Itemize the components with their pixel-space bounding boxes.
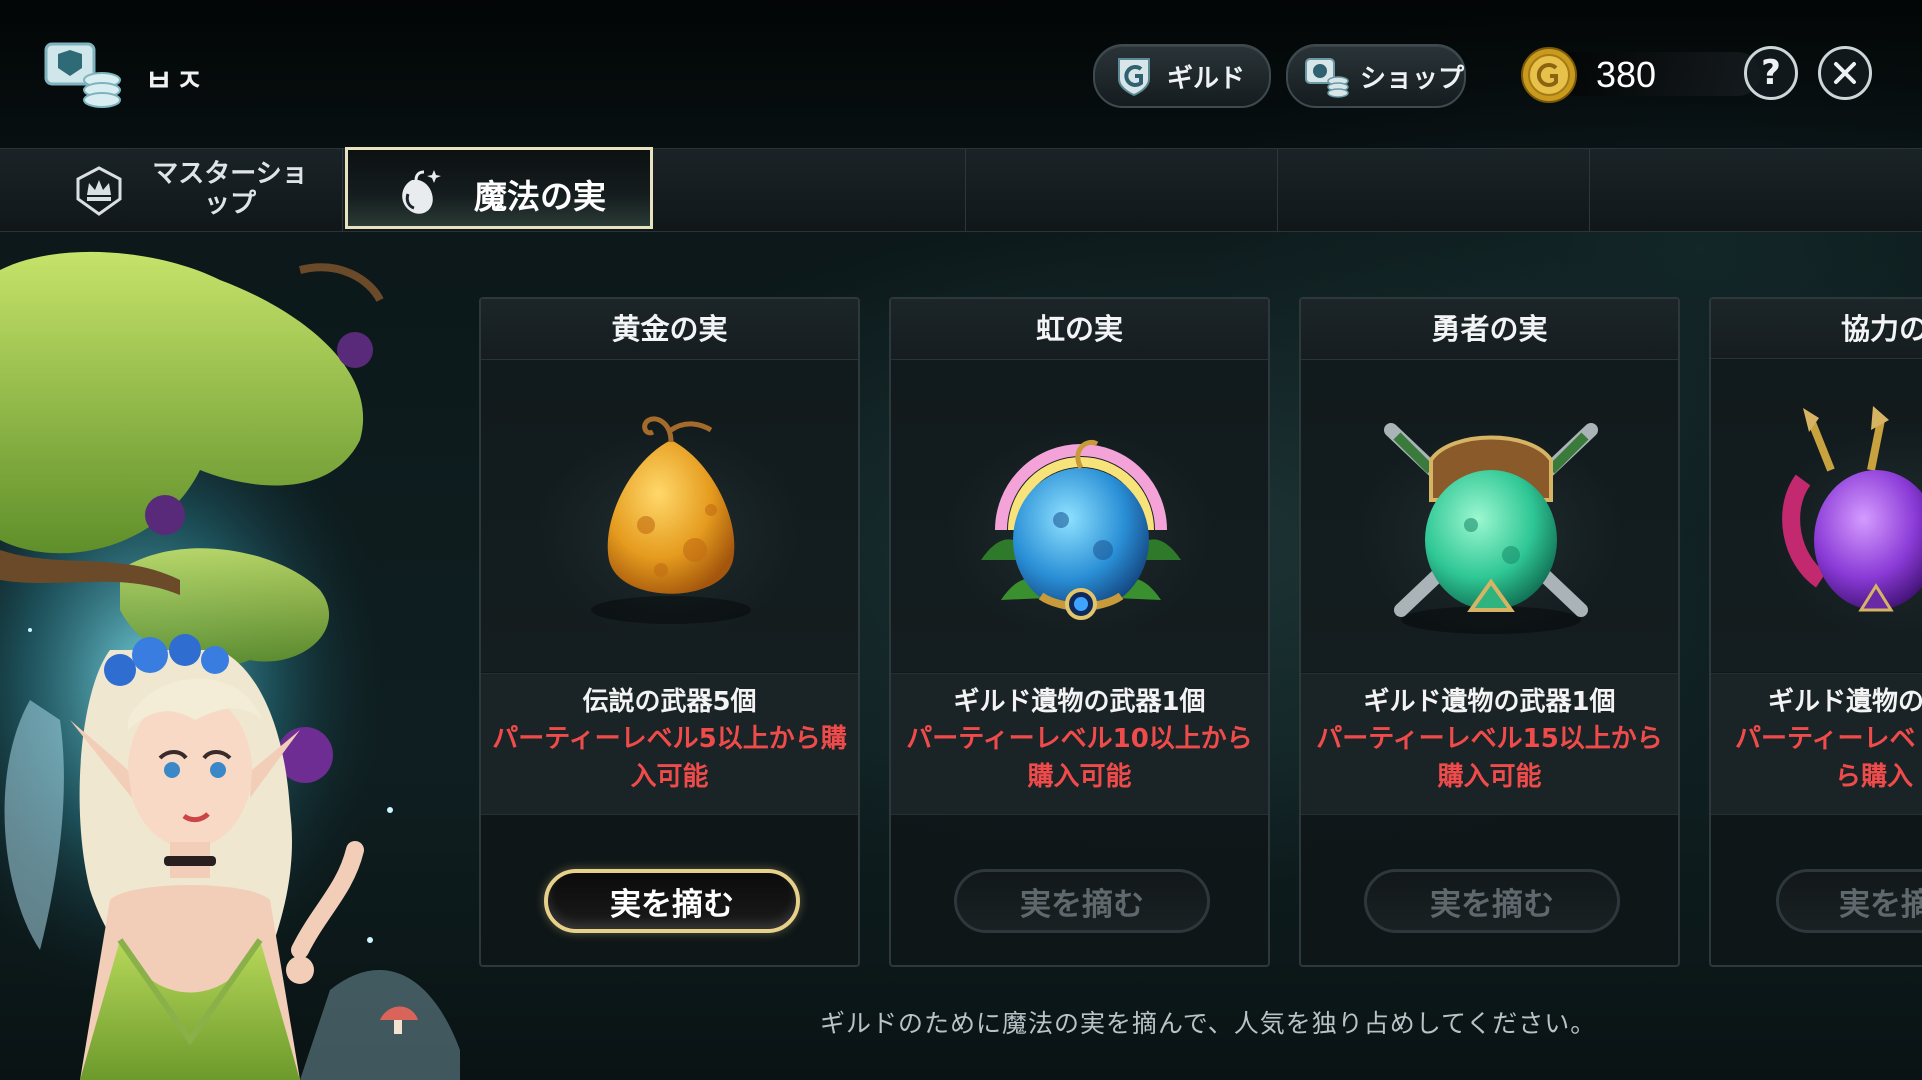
card-condition: パーティーレベル15以上から購入可能 bbox=[1316, 724, 1663, 792]
gold-amount: 380 bbox=[1596, 54, 1657, 95]
gold-currency-display: 380 bbox=[1520, 40, 1760, 106]
card-art bbox=[1301, 360, 1678, 672]
tab-master-shop-label: マスターショ ップ bbox=[140, 159, 320, 219]
fruit-card-rainbow: 虹の実 ギルド遺物の武器1個 パーティーレベル10以上から購入可能 実を摘む bbox=[889, 297, 1270, 967]
card-title: 勇者の実 bbox=[1301, 299, 1678, 360]
tab-empty-slot bbox=[1278, 149, 1590, 231]
shop-button-label: ショップ bbox=[1360, 63, 1465, 94]
magic-fruit-icon bbox=[402, 170, 441, 214]
gold-coin-icon bbox=[1521, 47, 1577, 103]
card-reward: 伝説の武器5個 bbox=[582, 687, 757, 717]
pick-fruit-button[interactable]: 実を摘む bbox=[544, 869, 800, 933]
tab-magic-fruit-label: 魔法の実 bbox=[474, 177, 606, 216]
guild-button-label: ギルド bbox=[1167, 63, 1246, 94]
tab-empty-slot bbox=[655, 149, 966, 231]
card-info: ギルド遺物の武器1個 パーティーレベル10以上から購入可能 bbox=[891, 673, 1268, 815]
tab-master-shop-label-line1: マスターショ bbox=[152, 159, 308, 189]
card-condition-line2: ら購入 bbox=[1835, 762, 1914, 792]
fruit-card-hero: 勇者の実 ギルド遺物の武器1個 パーティーレベル15以上から購入可能 実を摘む bbox=[1299, 297, 1680, 967]
page-title: ㅂㅈ bbox=[145, 64, 207, 99]
help-button[interactable]: ? bbox=[1744, 46, 1798, 100]
cooperation-fruit-icon bbox=[1782, 406, 1922, 612]
rainbow-fruit-icon bbox=[981, 440, 1181, 620]
tab-magic-fruit[interactable]: 魔法の実 bbox=[345, 147, 653, 229]
card-condition-line1: パーティーレベ bbox=[1735, 724, 1916, 754]
hero-fruit-icon bbox=[1384, 423, 1598, 634]
card-art bbox=[1711, 360, 1922, 672]
guild-coins-icon bbox=[44, 42, 121, 108]
footer-hint: ギルドのために魔法の実を摘んで、人気を独り占めしてください。 bbox=[820, 1009, 1597, 1038]
card-title: 虹の実 bbox=[891, 299, 1268, 360]
help-icon: ? bbox=[1761, 53, 1781, 93]
tab-empty-slot bbox=[1590, 149, 1922, 231]
card-title: 協力の bbox=[1711, 299, 1922, 359]
tab-empty-slot bbox=[966, 149, 1278, 231]
magic-fruit-shop-screen: ㅂㅈ ギルド ショップ 380 ? マスターショ ップ 魔法の実 黄金の実 伝説… bbox=[0, 0, 1922, 1080]
shop-button[interactable]: ショップ bbox=[1286, 44, 1466, 108]
card-info: ギルド遺物の武器1個 パーティーレベル15以上から購入可能 bbox=[1301, 673, 1678, 815]
pick-fruit-button[interactable]: 実を摘 bbox=[1776, 869, 1922, 933]
card-art bbox=[481, 360, 858, 672]
tab-bar: マスターショ ップ 魔法の実 bbox=[0, 147, 1922, 232]
card-reward: ギルド遺物の武器1個 bbox=[1363, 687, 1616, 717]
card-condition: パーティーレベル5以上から購入可能 bbox=[492, 724, 847, 792]
guild-shield-icon bbox=[1118, 58, 1150, 97]
top-bar: ㅂㅈ ギルド ショップ 380 ? bbox=[0, 0, 1922, 148]
card-art bbox=[891, 360, 1268, 672]
tab-master-shop-label-line2: ップ bbox=[203, 189, 256, 219]
card-info: ギルド遺物の パーティーレベ ら購入 bbox=[1711, 673, 1922, 815]
close-icon bbox=[1834, 62, 1856, 84]
fairy-character-illustration bbox=[0, 251, 460, 1080]
card-reward: ギルド遺物の武器1個 bbox=[953, 687, 1206, 717]
shop-coins-icon bbox=[1305, 58, 1349, 98]
fruit-card-cooperation: 協力の ギルド遺物の パーティーレベ ら購入 実を bbox=[1709, 297, 1922, 967]
pick-fruit-button[interactable]: 実を摘む bbox=[1364, 869, 1620, 933]
crown-shield-icon bbox=[76, 166, 122, 216]
card-title: 黄金の実 bbox=[481, 299, 858, 360]
card-condition: パーティーレベル10以上から購入可能 bbox=[906, 724, 1253, 792]
guild-button[interactable]: ギルド bbox=[1093, 44, 1271, 108]
pick-fruit-button[interactable]: 実を摘む bbox=[954, 869, 1210, 933]
card-reward: ギルド遺物の bbox=[1768, 687, 1922, 717]
golden-fruit-icon bbox=[591, 416, 751, 624]
close-button[interactable] bbox=[1818, 46, 1872, 100]
tab-master-shop[interactable]: マスターショ ップ bbox=[0, 149, 343, 231]
fruit-card-golden: 黄金の実 伝説の武器5個 パーティーレベル5以上から購入可能 実を摘む bbox=[479, 297, 860, 967]
card-info: 伝説の武器5個 パーティーレベル5以上から購入可能 bbox=[481, 673, 858, 815]
